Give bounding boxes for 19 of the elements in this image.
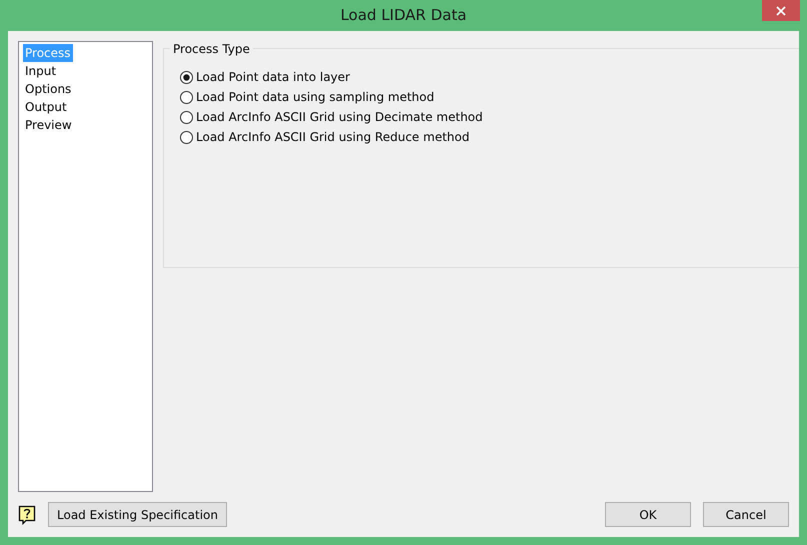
sidebar-item[interactable]: Options: [23, 80, 74, 98]
close-button[interactable]: [762, 0, 800, 21]
radio-label: Load ArcInfo ASCII Grid using Decimate method: [196, 109, 483, 126]
radio-label: Load Point data into layer: [196, 69, 350, 86]
close-icon: [776, 6, 786, 16]
help-icon[interactable]: [18, 504, 36, 524]
sidebar-item[interactable]: Output: [23, 98, 69, 116]
load-existing-specification-button[interactable]: Load Existing Specification: [48, 502, 227, 527]
sidebar-item[interactable]: Input: [23, 62, 58, 80]
radio-button[interactable]: [180, 90, 193, 104]
radio-button[interactable]: [180, 130, 193, 144]
cancel-button[interactable]: Cancel: [703, 502, 789, 527]
radio-label: Load Point data using sampling method: [196, 89, 434, 106]
radio-label: Load ArcInfo ASCII Grid using Reduce method: [196, 129, 470, 146]
sidebar-item[interactable]: Preview: [23, 116, 74, 134]
radio-button[interactable]: [180, 110, 193, 124]
window-title: Load LIDAR Data: [340, 5, 467, 26]
ok-button[interactable]: OK: [605, 502, 691, 527]
radio-button[interactable]: [180, 70, 193, 84]
